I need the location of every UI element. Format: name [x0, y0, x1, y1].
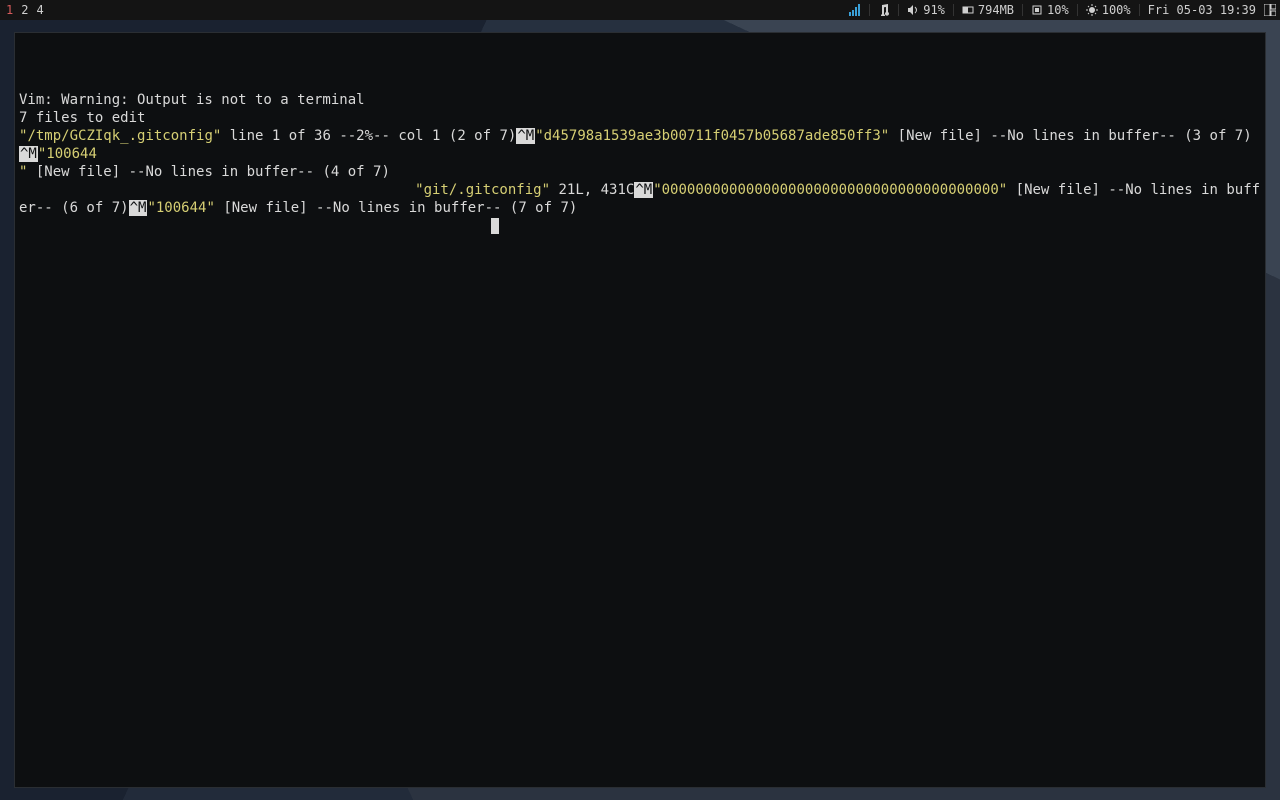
- memory-value: 794MB: [978, 0, 1014, 20]
- clock-value: Fri 05-03 19:39: [1148, 0, 1256, 20]
- layout-indicator[interactable]: [1264, 4, 1276, 16]
- music-icon: [878, 4, 890, 16]
- workspace-tag-2[interactable]: 2: [21, 0, 28, 20]
- volume-icon: [907, 4, 919, 16]
- brightness-icon: [1086, 4, 1098, 16]
- music-indicator[interactable]: [878, 4, 890, 16]
- vim-status-line-2: "git/.gitconfig" 21L, 431C^M"00000000000…: [19, 182, 1260, 216]
- volume-value: 91%: [923, 0, 945, 20]
- workspace-tag-4[interactable]: 4: [36, 0, 43, 20]
- terminal-cursor: [19, 218, 499, 234]
- network-indicator[interactable]: [849, 4, 861, 16]
- cpu-indicator[interactable]: 10%: [1031, 0, 1069, 20]
- vim-files-to-edit: 7 files to edit: [19, 110, 145, 126]
- workspace-tags: 1 2 4: [4, 0, 44, 20]
- clock[interactable]: Fri 05-03 19:39: [1148, 0, 1256, 20]
- volume-indicator[interactable]: 91%: [907, 0, 945, 20]
- memory-icon: [962, 4, 974, 16]
- workspace-tag-1[interactable]: 1: [6, 0, 13, 20]
- cpu-icon: [1031, 4, 1043, 16]
- terminal-window[interactable]: Vim: Warning: Output is not to a termina…: [14, 32, 1266, 788]
- terminal-content[interactable]: Vim: Warning: Output is not to a termina…: [15, 33, 1265, 787]
- vim-warning-line: Vim: Warning: Output is not to a termina…: [19, 92, 365, 108]
- status-bar: 1 2 4 91%: [0, 0, 1280, 20]
- signal-icon: [849, 4, 861, 16]
- memory-indicator[interactable]: 794MB: [962, 0, 1014, 20]
- cpu-value: 10%: [1047, 0, 1069, 20]
- brightness-indicator[interactable]: 100%: [1086, 0, 1131, 20]
- layout-icon: [1264, 4, 1276, 16]
- brightness-value: 100%: [1102, 0, 1131, 20]
- vim-status-line-1: "/tmp/GCZIqk_.gitconfig" line 1 of 36 --…: [19, 128, 1252, 180]
